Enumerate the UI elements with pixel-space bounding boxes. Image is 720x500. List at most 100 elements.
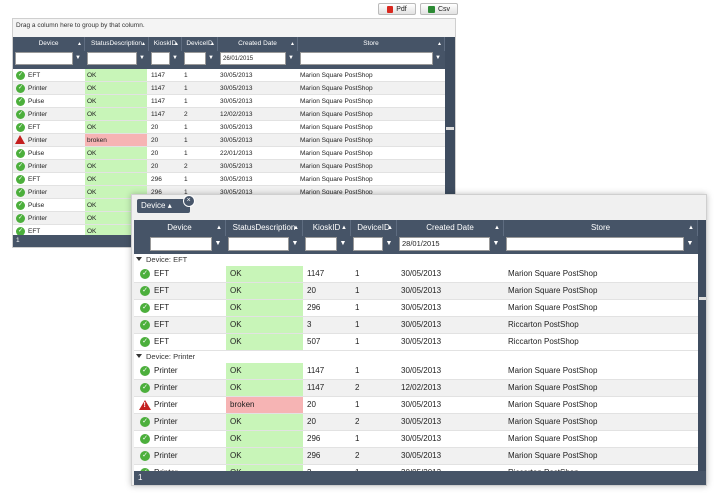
table-row[interactable]: ✓ EFT OK 296 1 30/05/2013 Marion Square PostSh… — [13, 173, 445, 186]
group-row[interactable]: Device: Printer — [134, 351, 698, 363]
pdf-file-icon — [387, 5, 394, 13]
csv-export-button[interactable]: Csv — [420, 3, 458, 15]
cell-device: Printer — [154, 400, 178, 409]
sort-arrow-icon[interactable]: ▲ — [437, 37, 442, 51]
pdf-export-button[interactable]: Pdf — [378, 3, 416, 15]
cell-device: Printer — [28, 137, 48, 144]
sort-arrow-icon[interactable]: ▲ — [210, 37, 215, 51]
column-filter-input[interactable]: 26/01/2015 — [220, 52, 286, 65]
dropdown-arrow-icon[interactable]: ▼ — [684, 237, 696, 251]
column-header[interactable]: DeviceID ▲ — [351, 220, 397, 236]
scrollbar-thumb[interactable] — [699, 297, 706, 300]
dropdown-arrow-icon[interactable]: ▼ — [337, 237, 349, 251]
group-label: Device: Printer — [146, 352, 196, 361]
dropdown-arrow-icon[interactable]: ▼ — [73, 52, 83, 65]
cell-device: Printer — [154, 417, 178, 426]
cell-device: Pulse — [28, 202, 45, 209]
cell-store: Marion Square PostShop — [508, 286, 598, 295]
grid-header: Device ▲ ▼ StatusDescription ▲ ▼ KioskID ▲ ▼ Devi… — [13, 37, 445, 69]
table-row[interactable]: ✓ EFT OK 296 1 30/05/2013 Marion Square PostSh… — [134, 300, 698, 317]
column-header[interactable]: StatusDescription ▲ — [226, 220, 303, 236]
column-filter-input[interactable]: 28/01/2015 — [399, 237, 490, 251]
column-filter-input[interactable] — [506, 237, 684, 251]
check-circle-icon: ✓ — [16, 123, 25, 132]
dropdown-arrow-icon[interactable]: ▼ — [212, 237, 224, 251]
dropdown-arrow-icon[interactable]: ▼ — [383, 237, 395, 251]
group-drop-panel[interactable]: Drag a column here to group by that colu… — [13, 19, 455, 37]
sort-arrow-icon[interactable]: ▲ — [77, 37, 82, 51]
table-row[interactable]: ✓ EFT OK 3 1 30/05/2013 Riccarton PostShop — [134, 317, 698, 334]
column-header[interactable]: Created Date ▲ — [397, 220, 504, 236]
table-row[interactable]: ✓ Pulse OK 20 1 22/01/2013 Marion Square PostS… — [13, 147, 445, 160]
group-chip-device[interactable]: Device ▴ × — [137, 195, 195, 213]
column-header[interactable]: Created Date ▲ — [218, 37, 298, 51]
column-filter-input[interactable] — [87, 52, 137, 65]
sort-arrow-icon[interactable]: ▲ — [174, 37, 179, 51]
dropdown-arrow-icon[interactable]: ▼ — [289, 237, 301, 251]
column-header[interactable]: Device ▲ — [134, 220, 226, 236]
sort-arrow-icon[interactable]: ▲ — [216, 220, 222, 236]
column-filter-input[interactable] — [15, 52, 73, 65]
cell-status: OK — [85, 108, 147, 120]
table-row[interactable]: ✓ Printer OK 1147 2 12/02/2013 Marion Square P… — [134, 380, 698, 397]
cell-device: Printer — [28, 111, 48, 118]
dropdown-arrow-icon[interactable]: ▼ — [137, 52, 147, 65]
cell-store: Marion Square PostShop — [508, 383, 598, 392]
table-row[interactable]: ✓ Printer OK 1147 1 30/05/2013 Marion Square P… — [13, 82, 445, 95]
dropdown-arrow-icon[interactable]: ▼ — [286, 52, 296, 65]
group-row[interactable]: Device: EFT — [134, 254, 698, 266]
column-header[interactable]: Store ▲ — [298, 37, 445, 51]
sort-arrow-icon[interactable]: ▲ — [341, 220, 347, 236]
table-row[interactable]: ✓ Printer OK 296 1 30/05/2013 Marion Square Po… — [134, 431, 698, 448]
column-header[interactable]: StatusDescription ▲ — [85, 37, 149, 51]
sort-arrow-icon[interactable]: ▲ — [141, 37, 146, 51]
table-row[interactable]: ✓ Printer OK 20 2 30/05/2013 Marion Square Pos… — [13, 160, 445, 173]
column-header[interactable]: Store ▲ — [504, 220, 698, 236]
dropdown-arrow-icon[interactable]: ▼ — [170, 52, 180, 65]
table-row[interactable]: ✓ EFT OK 1147 1 30/05/2013 Marion Square PostS… — [13, 69, 445, 82]
scrollbar-thumb[interactable] — [446, 127, 454, 130]
sort-arrow-icon[interactable]: ▲ — [494, 220, 500, 236]
collapse-arrow-icon[interactable] — [136, 354, 142, 358]
collapse-arrow-icon[interactable] — [136, 257, 142, 261]
cell-store: Marion Square PostShop — [300, 72, 373, 79]
table-row[interactable]: ✓ EFT OK 20 1 30/05/2013 Marion Square PostSho… — [13, 121, 445, 134]
column-header[interactable]: DeviceID ▲ — [182, 37, 218, 51]
table-row[interactable]: ✓ Printer OK 296 2 30/05/2013 Marion Square Po… — [134, 448, 698, 465]
column-filter-input[interactable] — [300, 52, 433, 65]
dropdown-arrow-icon[interactable]: ▼ — [206, 52, 216, 65]
column-filter-input[interactable] — [305, 237, 337, 251]
table-row[interactable]: ✓ Printer OK 20 2 30/05/2013 Marion Square Pos… — [134, 414, 698, 431]
column-header[interactable]: KioskID ▲ — [303, 220, 351, 236]
dropdown-arrow-icon[interactable]: ▼ — [433, 52, 443, 65]
column-filter-input[interactable] — [228, 237, 289, 251]
cell-status: OK — [226, 334, 303, 350]
sort-arrow-icon[interactable]: ▲ — [688, 220, 694, 236]
dropdown-arrow-icon[interactable]: ▼ — [490, 237, 502, 251]
column-header-label: Store — [363, 40, 379, 47]
table-row[interactable]: Printer broken 20 1 30/05/2013 Marion Square … — [13, 134, 445, 147]
table-row[interactable]: ✓ Printer OK 1147 1 30/05/2013 Marion Square P… — [134, 363, 698, 380]
cell-status: OK — [85, 160, 147, 172]
table-row[interactable]: ✓ EFT OK 1147 1 30/05/2013 Marion Square PostS… — [134, 266, 698, 283]
column-header[interactable]: Device ▲ — [13, 37, 85, 51]
table-row[interactable]: ✓ Printer OK 1147 2 12/02/2013 Marion Square P… — [13, 108, 445, 121]
column-header[interactable]: KioskID ▲ — [149, 37, 182, 51]
table-row[interactable]: ✓ EFT OK 507 1 30/05/2013 Riccarton PostShop — [134, 334, 698, 351]
close-icon[interactable]: × — [182, 195, 195, 207]
grid-pager[interactable]: 1 — [134, 471, 706, 485]
table-row[interactable]: ✓ Pulse OK 1147 1 30/05/2013 Marion Square Pos… — [13, 95, 445, 108]
cell-date: 30/05/2013 — [401, 417, 442, 426]
column-filter-input[interactable] — [353, 237, 383, 251]
column-filter-input[interactable] — [184, 52, 206, 65]
sort-arrow-icon[interactable]: ▲ — [293, 220, 299, 236]
sort-arrow-icon[interactable]: ▲ — [387, 220, 393, 236]
column-filter-input[interactable] — [151, 52, 170, 65]
vertical-scrollbar[interactable] — [698, 220, 706, 472]
column-filter-input[interactable] — [150, 237, 212, 251]
check-circle-icon: ✓ — [16, 214, 25, 223]
sort-arrow-icon[interactable]: ▲ — [290, 37, 295, 51]
cell-kiosk: 1147 — [151, 72, 165, 79]
table-row[interactable]: ! Printer broken 20 1 30/05/2013 Marion Square… — [134, 397, 698, 414]
table-row[interactable]: ✓ EFT OK 20 1 30/05/2013 Marion Square PostSho… — [134, 283, 698, 300]
